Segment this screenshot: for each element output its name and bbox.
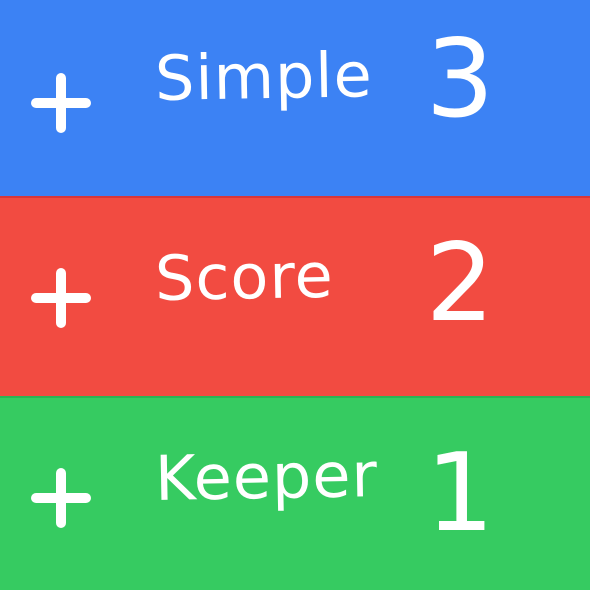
plus-icon[interactable]: [31, 468, 91, 528]
score-row-score[interactable]: Score 2: [0, 196, 590, 396]
score-value: 2: [425, 221, 495, 346]
score-value: 3: [425, 17, 495, 142]
plus-icon[interactable]: [31, 268, 91, 328]
plus-icon[interactable]: [31, 73, 91, 133]
row-label: Score: [154, 238, 335, 315]
score-row-simple[interactable]: Simple 3: [0, 0, 590, 196]
score-value: 1: [425, 431, 495, 556]
row-label: Simple: [154, 38, 374, 115]
row-label: Keeper: [154, 438, 379, 515]
score-keeper-app: Simple 3 Score 2 Keeper 1: [0, 0, 590, 590]
score-row-keeper[interactable]: Keeper 1: [0, 396, 590, 590]
